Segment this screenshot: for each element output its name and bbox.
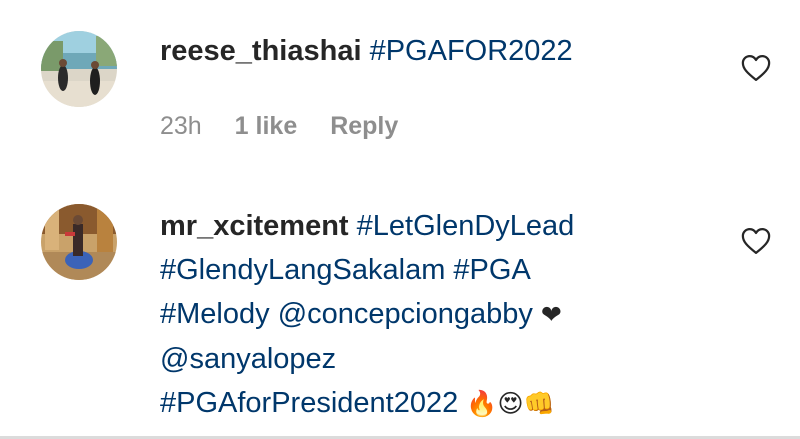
comment-username[interactable]: mr_xcitement <box>160 210 349 242</box>
avatar[interactable] <box>41 31 117 107</box>
emoji-sequence: 🔥😍👊 <box>466 390 555 418</box>
mention-link[interactable]: @concepciongabby <box>278 298 533 330</box>
hashtag-line[interactable]: #GlendyLangSakalam #PGA <box>160 248 574 292</box>
hashtag-link[interactable]: #Melody <box>160 298 270 330</box>
avatar[interactable] <box>41 204 117 280</box>
comment-username[interactable]: reese_thiashai <box>160 35 362 67</box>
mention-link[interactable]: @sanyalopez <box>160 337 574 381</box>
comment-line: mr_xcitement #LetGlenDyLead <box>160 204 574 248</box>
comment-text: mr_xcitement #LetGlenDyLead #GlendyLangS… <box>160 204 574 426</box>
comment-line: #PGAforPresident2022 🔥😍👊 <box>160 381 574 426</box>
heart-outline-icon[interactable] <box>741 54 771 82</box>
hashtag-link[interactable]: #PGAforPresident2022 <box>160 387 458 419</box>
reply-button[interactable]: Reply <box>330 112 398 140</box>
comments-panel: reese_thiashai #PGAFOR2022 23h 1 like Re… <box>0 0 800 439</box>
hashtag-link[interactable]: #LetGlenDyLead <box>357 210 575 242</box>
avatar-photo <box>41 31 117 107</box>
comment-item: mr_xcitement #LetGlenDyLead #GlendyLangS… <box>0 175 800 436</box>
heart-emoji: ❤ <box>540 301 562 329</box>
avatar-photo <box>41 204 117 280</box>
comment-text: reese_thiashai #PGAFOR2022 <box>160 29 573 73</box>
comment-item: reese_thiashai #PGAFOR2022 23h 1 like Re… <box>0 0 800 175</box>
heart-outline-icon[interactable] <box>741 227 771 255</box>
hashtag-link[interactable]: #PGAFOR2022 <box>370 35 573 67</box>
like-count[interactable]: 1 like <box>235 112 298 140</box>
comment-meta: 23h 1 like Reply <box>160 112 424 141</box>
comment-line: #Melody @concepciongabby ❤ <box>160 292 574 337</box>
comment-timestamp[interactable]: 23h <box>160 112 202 140</box>
